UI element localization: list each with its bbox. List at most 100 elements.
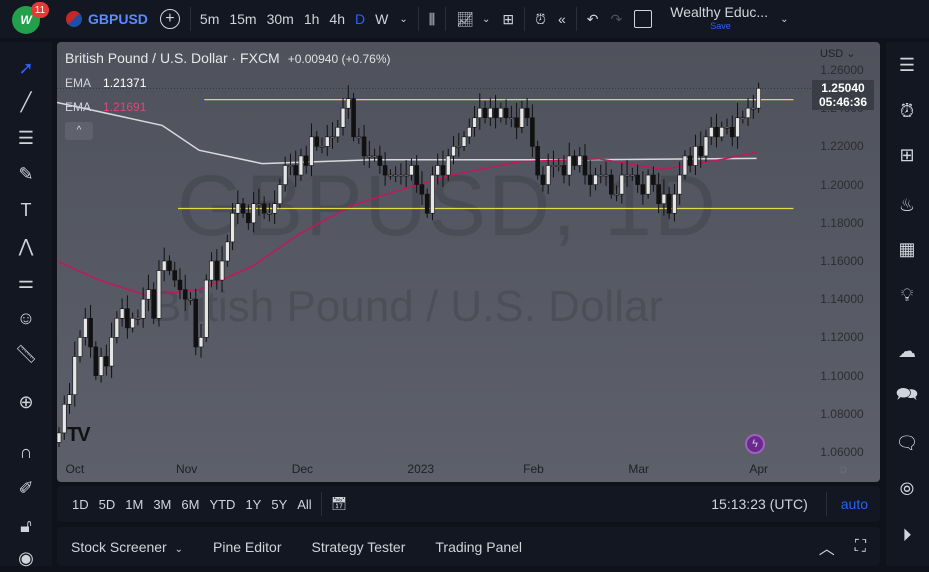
watchlist-icon[interactable]: ☰ bbox=[892, 50, 922, 80]
indicators-button[interactable]: 📈︎ ⌄ bbox=[450, 0, 496, 38]
range-1m[interactable]: 1M bbox=[125, 497, 143, 512]
interval-15m[interactable]: 15m bbox=[224, 0, 261, 38]
symbol-search[interactable]: GBPUSD bbox=[60, 0, 154, 38]
add-list-icon[interactable]: ⊞ bbox=[892, 140, 922, 170]
price-tick: 1.08000 bbox=[820, 406, 864, 421]
brush-icon[interactable]: ✎ bbox=[12, 160, 40, 188]
interval-1h[interactable]: 1h bbox=[299, 0, 325, 38]
undo-icon: ↶ bbox=[586, 10, 599, 27]
candle-body bbox=[698, 146, 704, 157]
lightning-icon[interactable]: ϟ bbox=[745, 434, 765, 454]
text-icon[interactable]: T bbox=[12, 196, 40, 224]
layout-menu[interactable]: Wealthy Educ... Save bbox=[664, 0, 774, 38]
tab-stock-screener[interactable]: Stock Screener ⌄ bbox=[71, 539, 183, 555]
candle-body bbox=[603, 174, 609, 177]
range-1d[interactable]: 1D bbox=[72, 497, 89, 512]
auto-scale-button[interactable]: auto bbox=[841, 496, 868, 512]
ema-fast-line bbox=[57, 151, 757, 297]
eye-icon[interactable]: ◉ bbox=[12, 544, 40, 572]
thought-cloud-icon[interactable]: ☁ bbox=[892, 336, 922, 366]
tab-strategy-tester[interactable]: Strategy Tester bbox=[311, 539, 405, 555]
candle-body bbox=[256, 203, 262, 205]
candle-body bbox=[498, 107, 504, 119]
prediction-icon[interactable]: ⚌ bbox=[12, 268, 40, 296]
interval-4h[interactable]: 4h bbox=[324, 0, 350, 38]
candle-body bbox=[519, 107, 525, 128]
layout-dropdown[interactable]: ⌄ bbox=[774, 0, 794, 38]
range-1y[interactable]: 1Y bbox=[245, 497, 261, 512]
ema-fast-legend[interactable]: EMA 1.21691 bbox=[65, 100, 146, 114]
candle-body bbox=[219, 260, 225, 281]
range-6m[interactable]: 6M bbox=[181, 497, 199, 512]
emoji-icon[interactable]: ☺ bbox=[12, 304, 40, 332]
candle-body bbox=[140, 298, 146, 319]
candle-body bbox=[435, 165, 441, 176]
candle-body bbox=[377, 155, 383, 166]
candle-body bbox=[156, 270, 162, 319]
candle-body bbox=[545, 165, 551, 185]
time-tick: Dec bbox=[291, 462, 314, 476]
compare-symbol-button[interactable]: + bbox=[154, 0, 186, 38]
candle-body bbox=[561, 165, 567, 176]
go-to-date-icon[interactable]: 📅︎ bbox=[331, 496, 348, 512]
clock-timezone[interactable]: 15:13:23 (UTC) bbox=[711, 496, 807, 512]
cursor-icon[interactable]: ➚ bbox=[12, 54, 40, 82]
candle-body bbox=[740, 117, 746, 120]
interval-dropdown[interactable]: ⌄ bbox=[393, 0, 413, 38]
fib-icon[interactable]: ☰ bbox=[12, 124, 40, 152]
flag-icon bbox=[66, 11, 82, 27]
broadcast-icon[interactable]: ⏵ bbox=[892, 520, 922, 550]
replay-button[interactable]: « bbox=[552, 0, 572, 38]
candle-body bbox=[440, 165, 446, 176]
range-5d[interactable]: 5D bbox=[99, 497, 116, 512]
ruler-icon[interactable]: 📏︎ bbox=[12, 340, 40, 368]
alert-button[interactable]: ⏰︎ bbox=[529, 0, 552, 38]
fullscreen-toggle[interactable] bbox=[628, 0, 658, 38]
candle-body bbox=[209, 260, 214, 281]
currency-dropdown[interactable]: USD ⌄ bbox=[820, 47, 856, 60]
chart-type-button[interactable]: ⫼ bbox=[423, 0, 441, 38]
chart-settings-icon[interactable]: ☼ bbox=[837, 460, 850, 476]
zoom-in-icon[interactable]: ⊕ bbox=[12, 388, 40, 416]
candle-body bbox=[714, 127, 719, 138]
lock-icon[interactable]: 🔓︎ bbox=[12, 512, 40, 540]
ideas-bulb-icon[interactable]: 💡︎ bbox=[892, 280, 922, 310]
magnet-icon[interactable]: ∩ bbox=[12, 438, 40, 466]
candle-body bbox=[461, 136, 467, 147]
range-3m[interactable]: 3M bbox=[153, 497, 171, 512]
tab-trading-panel[interactable]: Trading Panel bbox=[435, 539, 522, 555]
interval-W[interactable]: W bbox=[370, 0, 393, 38]
price-tick: 1.12000 bbox=[820, 330, 864, 345]
candle-body bbox=[93, 346, 99, 376]
collapse-panel-icon[interactable]: ︿ bbox=[819, 535, 835, 559]
interval-D[interactable]: D bbox=[350, 0, 370, 38]
trend-line-icon[interactable]: ╱ bbox=[12, 88, 40, 116]
range-5y[interactable]: 5Y bbox=[271, 497, 287, 512]
lock-drawings-icon[interactable]: ✐ bbox=[12, 474, 40, 502]
drawing-toolbar: ➚ ╱ ☰ ✎ T ⋀ ⚌ ☺ 📏︎ ⊕ ∩ ✐ 🔓︎ ◉ bbox=[0, 42, 52, 568]
calendar-icon[interactable]: ▦ bbox=[892, 234, 922, 264]
ema-slow-legend[interactable]: EMA 1.21371 bbox=[65, 76, 146, 90]
streams-icon[interactable]: ⦾ bbox=[892, 474, 922, 504]
range-ytd[interactable]: YTD bbox=[209, 497, 235, 512]
candle-body bbox=[388, 174, 393, 177]
templates-button[interactable]: ⊞ bbox=[496, 0, 520, 38]
interval-5m[interactable]: 5m bbox=[195, 0, 224, 38]
alarm-clock-icon[interactable]: ⏰︎ bbox=[892, 96, 922, 126]
save-button[interactable]: Save bbox=[710, 19, 731, 33]
maximize-panel-icon[interactable]: ⛶ bbox=[855, 538, 866, 556]
interval-30m[interactable]: 30m bbox=[262, 0, 299, 38]
messages-icon[interactable]: 🗨 bbox=[892, 428, 922, 458]
price-plot[interactable] bbox=[57, 42, 880, 482]
undo-button[interactable]: ↶ bbox=[581, 0, 605, 38]
pattern-icon[interactable]: ⋀ bbox=[12, 232, 40, 260]
collapse-legend-button[interactable]: ^ bbox=[65, 122, 93, 140]
chart-pane[interactable]: GBPUSD, 1D British Pound / U.S. Dollar B… bbox=[57, 42, 880, 482]
candle-body bbox=[488, 107, 493, 119]
hotlist-fire-icon[interactable]: ♨ bbox=[892, 190, 922, 220]
tab-pine-editor[interactable]: Pine Editor bbox=[213, 539, 281, 555]
candle-body bbox=[182, 289, 188, 300]
time-tick: Feb bbox=[523, 462, 544, 476]
chats-icon[interactable]: 🗪 bbox=[892, 382, 922, 412]
range-all[interactable]: All bbox=[297, 497, 311, 512]
